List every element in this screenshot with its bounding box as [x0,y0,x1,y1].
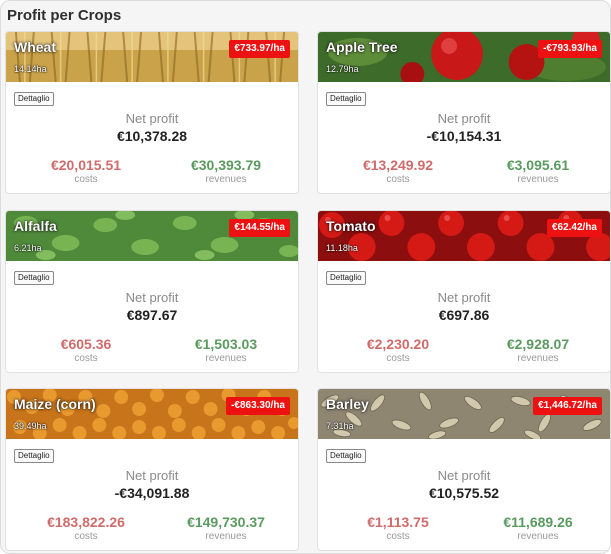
detail-button[interactable]: Dettaglio [14,449,54,463]
revenues-label: revenues [205,353,247,364]
revenues-label: revenues [517,174,559,185]
net-profit-value: -€10,154.31 [426,128,502,144]
detail-button[interactable]: Dettaglio [326,271,366,285]
crop-name: Maize (corn) [14,396,96,412]
net-profit-value: €10,378.28 [116,128,188,144]
crop-card-maize: Maize (corn) 39.49ha -€863.30/ha Dettagl… [5,388,299,551]
net-profit-value: €10,575.52 [428,485,500,501]
crop-banner: Barley 7.31ha €1,446.72/ha [318,389,610,439]
crop-name: Tomato [326,218,376,234]
costs-label: costs [74,174,98,185]
costs-label: costs [386,531,410,542]
crop-banner: Wheat 14.14ha €733.97/ha [6,32,298,82]
revenues-value: €3,095.61 [506,157,570,173]
crop-banner: Alfalfa 6.21ha €144.55/ha [6,211,298,261]
crop-name: Apple Tree [326,39,398,55]
costs-value: €20,015.51 [50,157,122,173]
costs-value: €1,113.75 [367,514,429,530]
crop-card-wheat: Wheat 14.14ha €733.97/ha Dettaglio Net p… [5,31,299,194]
revenues-label: revenues [205,174,247,185]
panel-title: Profit per Crops [7,7,122,24]
net-profit-label: Net profit [125,290,179,305]
net-profit-value: -€34,091.88 [114,485,190,501]
profit-per-hectare-badge: €144.55/ha [229,219,290,237]
costs-label: costs [74,531,98,542]
profit-per-hectare-badge: -€863.30/ha [226,397,290,415]
net-profit-label: Net profit [125,111,179,126]
net-profit-label: Net profit [437,290,491,305]
profit-per-crops-panel: Profit per Crops Wheat 14.14ha €733.97/h… [0,0,611,554]
crop-area: 14.14ha [14,64,47,74]
crop-banner: Maize (corn) 39.49ha -€863.30/ha [6,389,298,439]
revenues-label: revenues [205,531,247,542]
detail-button[interactable]: Dettaglio [14,92,54,106]
crop-name: Barley [326,396,369,412]
costs-value: €183,822.26 [47,514,125,530]
revenues-value: €149,730.37 [187,514,265,530]
net-profit-label: Net profit [437,111,491,126]
net-profit-value: €897.67 [126,307,178,323]
crop-card-apple-tree: Apple Tree 12.79ha -€793.93/ha Dettaglio… [317,31,610,194]
profit-per-hectare-badge: €62.42/ha [546,219,602,237]
revenues-value: €30,393.79 [190,157,262,173]
revenues-value: €2,928.07 [506,336,570,352]
crop-area: 11.18ha [326,243,358,253]
crop-area: 12.79ha [326,64,359,74]
profit-per-hectare-badge: €1,446.72/ha [533,397,602,415]
crop-name: Alfalfa [14,218,57,234]
crop-card-tomato: Tomato 11.18ha €62.42/ha Dettaglio Net p… [317,210,610,373]
costs-value: €2,230.20 [366,336,430,352]
net-profit-label: Net profit [125,468,179,483]
profit-per-hectare-badge: -€793.93/ha [538,40,602,58]
crop-card-alfalfa: Alfalfa 6.21ha €144.55/ha Dettaglio Net … [5,210,299,373]
net-profit-label: Net profit [437,468,491,483]
crop-banner: Apple Tree 12.79ha -€793.93/ha [318,32,610,82]
revenues-label: revenues [517,531,559,542]
detail-button[interactable]: Dettaglio [326,449,366,463]
crop-name: Wheat [14,39,56,55]
costs-value: €605.36 [60,336,112,352]
crop-banner: Tomato 11.18ha €62.42/ha [318,211,610,261]
crop-area: 39.49ha [14,421,47,431]
costs-label: costs [74,353,98,364]
crop-area: 6.21ha [14,243,42,253]
revenues-value: €11,689.26 [503,514,573,530]
revenues-label: revenues [517,353,559,364]
costs-label: costs [386,174,410,185]
crop-area: 7.31ha [326,421,354,431]
crop-card-barley: Barley 7.31ha €1,446.72/ha Dettaglio Net… [317,388,610,551]
profit-per-hectare-badge: €733.97/ha [229,40,290,58]
net-profit-value: €697.86 [438,307,490,323]
costs-value: €13,249.92 [362,157,434,173]
costs-label: costs [386,353,410,364]
detail-button[interactable]: Dettaglio [14,271,54,285]
revenues-value: €1,503.03 [194,336,258,352]
detail-button[interactable]: Dettaglio [326,92,366,106]
